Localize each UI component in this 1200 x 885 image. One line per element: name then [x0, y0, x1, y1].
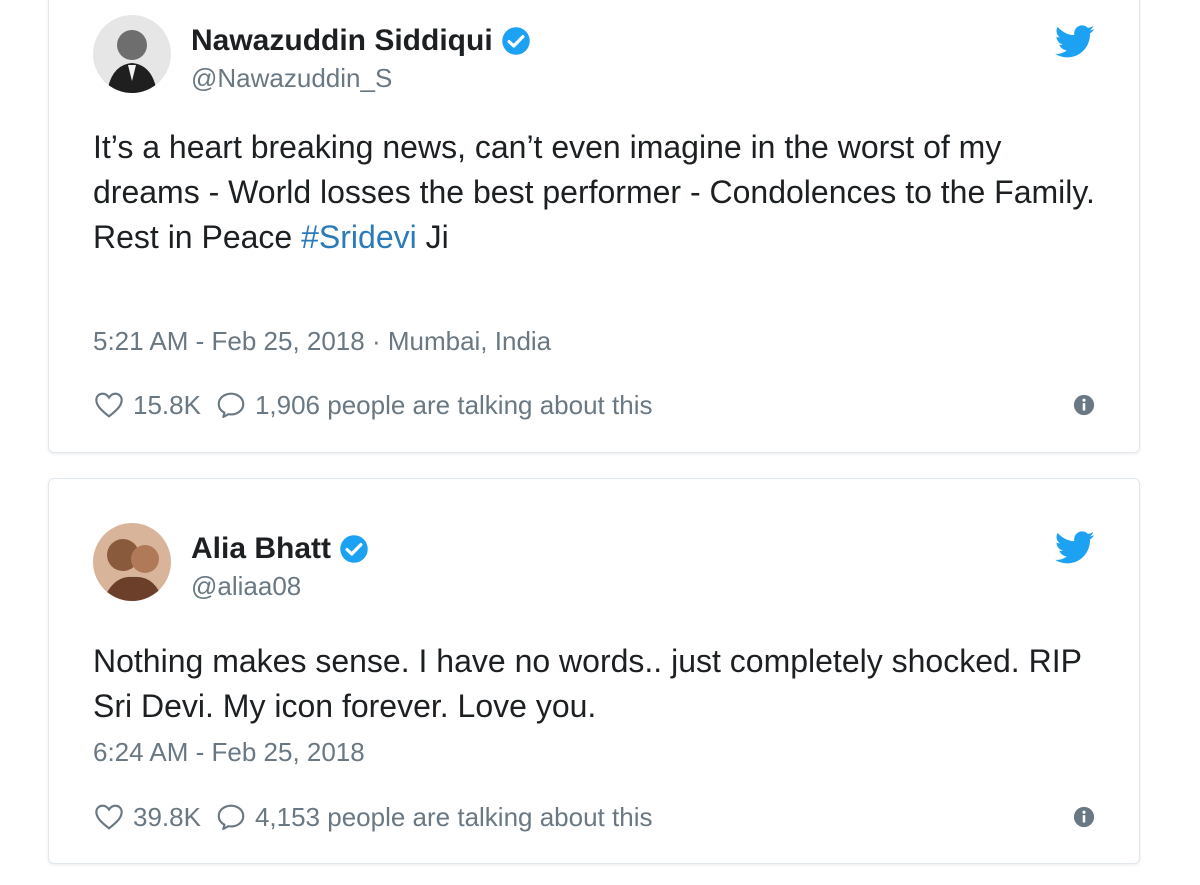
tweet-card: Alia Bhatt @aliaa08 Nothing makes sense.… — [48, 478, 1140, 864]
tweet-text-line: Rest in Peace #Sridevi Ji — [93, 215, 1103, 260]
tweet-text-line: It’s a heart breaking news, can’t even i… — [93, 129, 1095, 210]
timestamp[interactable]: 5:21 AM - Feb 25, 2018 · Mumbai, India — [93, 326, 551, 357]
timestamp[interactable]: 6:24 AM - Feb 25, 2018 — [93, 737, 365, 768]
talking-about-link[interactable]: 1,906 people are talking about this — [255, 390, 653, 421]
avatar[interactable] — [93, 15, 171, 93]
like-count: 15.8K — [133, 389, 201, 420]
verified-badge-icon — [340, 535, 368, 563]
talking-about-link[interactable]: 4,153 people are talking about this — [255, 802, 653, 833]
twitter-bird-icon[interactable] — [1055, 531, 1095, 565]
reply-bubble-icon[interactable] — [215, 389, 247, 421]
info-icon[interactable] — [1073, 806, 1095, 828]
tweet-text: It’s a heart breaking news, can’t even i… — [93, 125, 1103, 260]
heart-icon[interactable] — [93, 801, 125, 833]
hashtag-link[interactable]: #Sridevi — [301, 219, 417, 255]
display-name[interactable]: Alia Bhatt — [191, 532, 331, 566]
display-name[interactable]: Nawazuddin Siddiqui — [191, 24, 493, 58]
handle[interactable]: @aliaa08 — [191, 571, 369, 602]
heart-icon[interactable] — [93, 389, 125, 421]
tweet-text: Nothing makes sense. I have no words.. j… — [93, 639, 1103, 729]
tweet-actions: 39.8K 4,153 people are talking about thi… — [93, 797, 1095, 837]
twitter-bird-icon[interactable] — [1055, 25, 1095, 59]
reply-bubble-icon[interactable] — [215, 801, 247, 833]
author-header: Nawazuddin Siddiqui @Nawazuddin_S — [191, 21, 531, 94]
tweet-text-segment: Rest in Peace — [93, 219, 302, 255]
avatar[interactable] — [93, 523, 171, 601]
tweet-text-segment: Ji — [416, 219, 449, 255]
handle[interactable]: @Nawazuddin_S — [191, 63, 531, 94]
info-icon[interactable] — [1073, 394, 1095, 416]
like-count: 39.8K — [133, 801, 201, 832]
verified-badge-icon — [501, 27, 530, 55]
tweet-card: Nawazuddin Siddiqui @Nawazuddin_S It’s a… — [48, 0, 1140, 453]
tweet-text-line: Nothing makes sense. I have no words.. j… — [93, 643, 1082, 724]
author-header: Alia Bhatt @aliaa08 — [191, 529, 369, 602]
tweet-actions: 15.8K 1,906 people are talking about thi… — [93, 385, 1095, 425]
